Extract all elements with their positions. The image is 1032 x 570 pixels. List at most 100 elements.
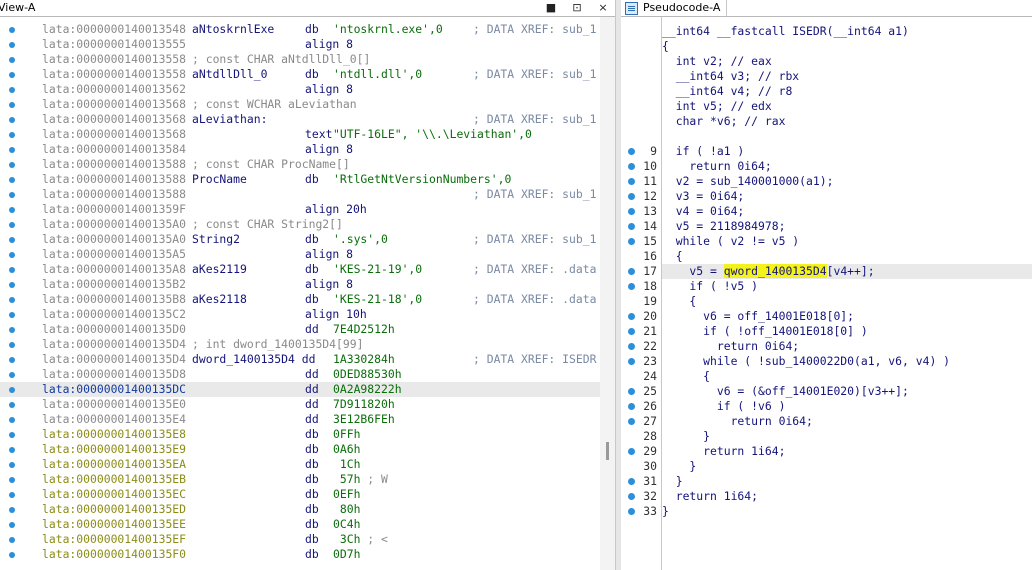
breakpoint-dot-icon[interactable] (9, 147, 15, 153)
breakpoint-dot-icon[interactable] (9, 552, 15, 558)
xref-comment[interactable]: ; DATA XREF: sub_1 (473, 187, 596, 202)
disasm-line[interactable]: lata:00000001400135ED db 80h (0, 502, 600, 517)
code-area[interactable]: int v2; // eax (662, 54, 1032, 69)
disasm-line[interactable]: lata:0000000140013558 ; const CHAR aNtdll… (0, 52, 600, 67)
breakpoint-dot-icon[interactable] (9, 342, 15, 348)
pseudocode-line[interactable]: 13 v4 = 0i64; (621, 204, 1032, 219)
disasm-line[interactable]: lata:00000001400135A5 align 8 (0, 247, 600, 262)
code-area[interactable]: } (662, 504, 1032, 519)
code-area[interactable]: __int64 v4; // r8 (662, 84, 1032, 99)
code-area[interactable]: } (662, 474, 1032, 489)
breakpoint-dot-icon[interactable] (628, 328, 635, 335)
code-area[interactable]: if ( !a1 ) (662, 144, 1032, 159)
breakpoint-dot-icon[interactable] (628, 478, 635, 485)
highlighted-symbol[interactable]: qword_1400135D4 (723, 264, 827, 278)
breakpoint-dot-icon[interactable] (9, 267, 15, 273)
breakpoint-dot-icon[interactable] (9, 72, 15, 78)
pseudocode-line[interactable]: 12 v3 = 0i64; (621, 189, 1032, 204)
code-area[interactable]: while ( !sub_1400022D0(a1, v6, v4) ) (662, 354, 1032, 369)
disasm-line[interactable]: lata:00000001400135C2 align 10h (0, 307, 600, 322)
disasm-line[interactable]: lata:00000001400135D4 ; int dword_1400135… (0, 337, 600, 352)
symbol-name[interactable]: aLeviathan: (192, 112, 267, 127)
xref-comment[interactable]: ; DATA XREF: .data (473, 262, 596, 277)
disasm-line[interactable]: lata:00000001400135D4 dword_1400135D4 dd 1… (0, 352, 600, 367)
breakpoint-dot-icon[interactable] (9, 507, 15, 513)
breakpoint-dot-icon[interactable] (628, 178, 635, 185)
disassembly-title-bar[interactable]: View-A ■ ⊡ × (0, 0, 615, 17)
disasm-line[interactable]: lata:00000001400135EA db 1Ch (0, 457, 600, 472)
symbol-name[interactable]: ProcName (192, 172, 247, 187)
disasm-line[interactable]: lata:0000000140013588 ProcName db 'RtlGetNt… (0, 172, 600, 187)
disasm-line[interactable]: lata:00000001400135A0 ; const CHAR String… (0, 217, 600, 232)
code-area[interactable]: } (662, 429, 1032, 444)
breakpoint-dot-icon[interactable] (9, 162, 15, 168)
disasm-line[interactable]: lata:0000000140013588 ; DATA XREF: sub_1 (0, 187, 600, 202)
disasm-line[interactable]: lata:0000000140013584 align 8 (0, 142, 600, 157)
breakpoint-dot-icon[interactable] (628, 418, 635, 425)
pseudocode-view[interactable]: Pseudocode-A __int64 __fastcall ISEDR(__… (621, 0, 1032, 570)
pseudocode-line[interactable]: int v5; // edx (621, 99, 1032, 114)
disassembly-scrollbar[interactable] (600, 17, 615, 570)
disasm-line[interactable]: lata:0000000140013555 align 8 (0, 37, 600, 52)
code-area[interactable]: if ( !v5 ) (662, 279, 1032, 294)
breakpoint-dot-icon[interactable] (9, 27, 15, 33)
xref-comment[interactable]: ; DATA XREF: ISEDR (473, 352, 596, 367)
pseudocode-line[interactable]: { (621, 39, 1032, 54)
code-area[interactable] (662, 129, 1032, 144)
disassembly-view[interactable]: View-A ■ ⊡ × lata:0000000140013548 aNtosk… (0, 0, 615, 570)
breakpoint-dot-icon[interactable] (9, 357, 15, 363)
breakpoint-dot-icon[interactable] (9, 372, 15, 378)
breakpoint-dot-icon[interactable] (9, 477, 15, 483)
disasm-line[interactable]: lata:0000000140013548 aNtoskrnlExe db 'ntos… (0, 22, 600, 37)
pin-icon[interactable]: ■ (544, 1, 558, 14)
code-area[interactable]: v5 = qword_1400135D4[v4++]; (662, 264, 1032, 279)
code-area[interactable]: int v5; // edx (662, 99, 1032, 114)
breakpoint-dot-icon[interactable] (628, 313, 635, 320)
breakpoint-dot-icon[interactable] (628, 148, 635, 155)
symbol-name[interactable]: aNtdllDll_0 (192, 67, 267, 82)
breakpoint-dot-icon[interactable] (9, 417, 15, 423)
pseudocode-line[interactable]: __int64 __fastcall ISEDR(__int64 a1) (621, 24, 1032, 39)
breakpoint-dot-icon[interactable] (9, 117, 15, 123)
pseudocode-line[interactable]: 28 } (621, 429, 1032, 444)
pseudocode-line[interactable]: 20 v6 = off_14001E018[0]; (621, 309, 1032, 324)
code-area[interactable]: v6 = off_14001E018[0]; (662, 309, 1032, 324)
pseudocode-line[interactable]: 24 { (621, 369, 1032, 384)
breakpoint-dot-icon[interactable] (628, 358, 635, 365)
code-area[interactable]: return 1i64; (662, 489, 1032, 504)
symbol-name[interactable]: aKes2118 (192, 292, 247, 307)
disasm-line[interactable]: lata:00000001400135EB db 57h ; W (0, 472, 600, 487)
tab-pseudocode[interactable]: Pseudocode-A (621, 0, 728, 16)
breakpoint-dot-icon[interactable] (9, 192, 15, 198)
disasm-line[interactable]: lata:00000001400135EE db 0C4h (0, 517, 600, 532)
code-area[interactable]: } (662, 459, 1032, 474)
code-area[interactable]: v3 = 0i64; (662, 189, 1032, 204)
breakpoint-dot-icon[interactable] (628, 343, 635, 350)
breakpoint-dot-icon[interactable] (628, 193, 635, 200)
code-area[interactable]: char *v6; // rax (662, 114, 1032, 129)
pseudocode-line[interactable]: 33} (621, 504, 1032, 519)
disassembly-listing[interactable]: lata:0000000140013548 aNtoskrnlExe db 'ntos… (0, 22, 600, 570)
code-area[interactable]: v4 = 0i64; (662, 204, 1032, 219)
disasm-line[interactable]: lata:0000000140013588 ; const CHAR ProcNa… (0, 157, 600, 172)
pseudocode-line[interactable]: 14 v5 = 2118984978; (621, 219, 1032, 234)
symbol-name[interactable]: String2 (192, 232, 240, 247)
disasm-line[interactable]: lata:00000001400135B8 aKes2118 db 'KES-21-1… (0, 292, 600, 307)
disasm-line[interactable]: lata:00000001400135E8 db 0FFh (0, 427, 600, 442)
symbol-name[interactable]: aKes2119 (192, 262, 247, 277)
xref-comment[interactable]: ; DATA XREF: sub_1 (473, 22, 596, 37)
breakpoint-dot-icon[interactable] (628, 283, 635, 290)
disasm-line[interactable]: lata:0000000140013558 aNtdllDll_0 db 'ntdll… (0, 67, 600, 82)
breakpoint-dot-icon[interactable] (9, 402, 15, 408)
disasm-line[interactable]: lata:00000001400135A8 aKes2119 db 'KES-21-1… (0, 262, 600, 277)
breakpoint-dot-icon[interactable] (9, 492, 15, 498)
pseudocode-line[interactable]: 25 v6 = (&off_14001E020)[v3++]; (621, 384, 1032, 399)
scrollbar-thumb[interactable] (606, 442, 609, 460)
pseudocode-line[interactable]: 22 return 0i64; (621, 339, 1032, 354)
xref-comment[interactable]: ; DATA XREF: sub_1 (473, 112, 596, 127)
disasm-line[interactable]: lata:00000001400135EC db 0EFh (0, 487, 600, 502)
code-area[interactable]: { (662, 249, 1032, 264)
pseudocode-line[interactable]: 30 } (621, 459, 1032, 474)
symbol-name[interactable]: aNtoskrnlExe (192, 22, 274, 37)
disasm-line[interactable]: lata:0000000140013562 align 8 (0, 82, 600, 97)
